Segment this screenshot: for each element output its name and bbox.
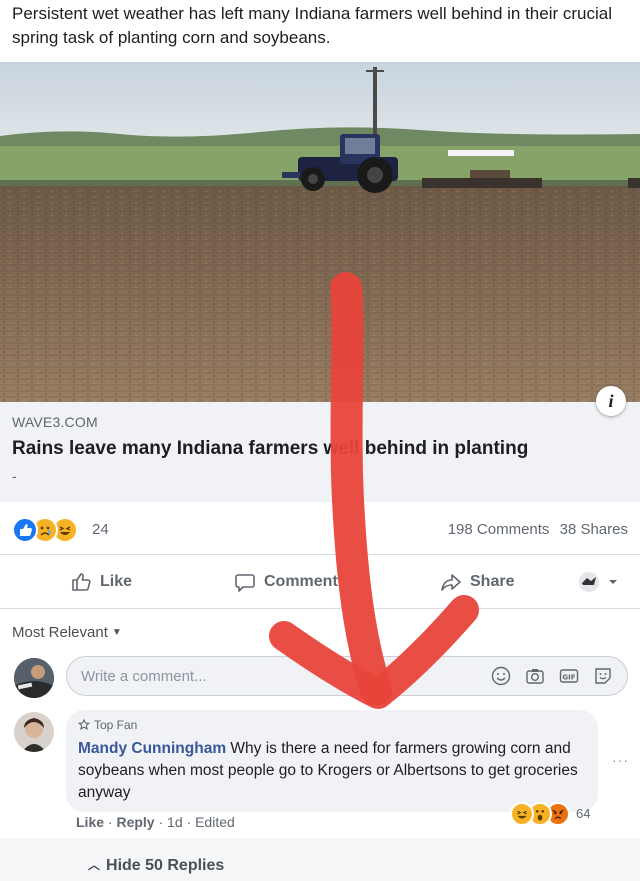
comment-label: Comment	[264, 573, 338, 590]
comment-reaction-count[interactable]: 64	[576, 806, 590, 821]
sticker-icon[interactable]	[593, 666, 613, 686]
page-avatar-icon	[579, 572, 599, 592]
share-button[interactable]: Share	[440, 570, 514, 594]
top-fan-label: Top Fan	[94, 718, 138, 732]
comment-time[interactable]: 1d	[167, 814, 183, 830]
caret-down-icon: ▼	[111, 627, 122, 638]
comment-icon	[235, 574, 255, 592]
like-thumb-icon	[72, 573, 91, 591]
post-text: Persistent wet weather has left many Ind…	[12, 4, 613, 47]
chevron-up-icon: ︿	[88, 858, 101, 872]
comment-meta: Like · Reply · 1d · Edited	[76, 814, 235, 830]
comment-button[interactable]: Comment	[234, 570, 338, 594]
svg-text:GIF: GIF	[562, 674, 575, 682]
haha-reaction-icon	[510, 802, 534, 826]
link-preview[interactable]: i WAVE3.COM Rains leave many Indiana far…	[0, 386, 640, 502]
link-title[interactable]: Rains leave many Indiana farmers well be…	[12, 438, 528, 460]
like-label: Like	[100, 573, 133, 590]
comment-input-placeholder: Write a comment...	[81, 668, 207, 685]
reactions-summary: 24 198 Comments 38 Shares	[0, 502, 640, 555]
comment-share-counts: 198 Comments 38 Shares	[442, 521, 628, 538]
more-options-icon[interactable]: ···	[612, 752, 629, 768]
post-actions: Like Comment Share	[0, 556, 640, 609]
comment-sort-dropdown[interactable]: Most Relevant ▼	[12, 624, 122, 641]
camera-icon[interactable]	[525, 666, 545, 686]
comment-input-tools: GIF	[491, 666, 613, 686]
sort-label: Most Relevant	[12, 624, 108, 641]
like-reaction-icon	[12, 517, 38, 543]
emoji-icon[interactable]	[491, 666, 511, 686]
info-icon[interactable]: i	[596, 386, 626, 416]
link-description: -	[12, 468, 17, 484]
top-fan-badge: Top Fan	[78, 718, 137, 732]
comment-count[interactable]: 198 Comments	[448, 521, 550, 538]
link-domain: WAVE3.COM	[12, 414, 98, 430]
top-fan-icon	[78, 719, 90, 730]
comment-reply-link[interactable]: Reply	[116, 814, 154, 830]
gif-icon[interactable]: GIF	[559, 666, 579, 686]
share-icon	[441, 574, 461, 591]
comment-author[interactable]: Mandy Cunningham	[78, 740, 226, 757]
comment-edited[interactable]: Edited	[195, 814, 235, 830]
comment-body: Mandy Cunningham Why is there a need for…	[78, 738, 588, 804]
share-count[interactable]: 38 Shares	[560, 521, 628, 538]
comment-bubble: Top Fan Mandy Cunningham Why is there a …	[66, 710, 598, 812]
hide-replies-button[interactable]: ︿ Hide 50 Replies	[88, 856, 224, 875]
dot-separator: ·	[158, 814, 168, 830]
commenter-avatar[interactable]	[14, 712, 54, 752]
comment-like-link[interactable]: Like	[76, 814, 104, 830]
post-photo[interactable]	[0, 62, 640, 402]
hide-replies-label: Hide 50 Replies	[106, 857, 225, 874]
current-user-avatar[interactable]	[14, 658, 54, 698]
dot-separator: ·	[186, 814, 196, 830]
react-as-menu[interactable]	[578, 570, 618, 594]
chevron-down-icon	[609, 580, 617, 584]
reaction-count[interactable]: 24	[92, 521, 109, 538]
like-button[interactable]: Like	[70, 570, 132, 594]
share-label: Share	[470, 573, 515, 590]
comment-input[interactable]: Write a comment... GIF	[66, 656, 628, 696]
field-with-tractor-image	[0, 62, 640, 402]
